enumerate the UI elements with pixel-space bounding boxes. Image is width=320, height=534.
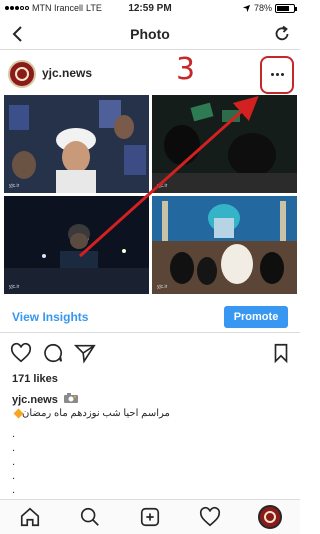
heart-icon[interactable]: [10, 342, 32, 364]
activity-heart-icon[interactable]: [199, 506, 221, 528]
page-title: Photo: [130, 26, 170, 42]
photo-night-prayer: yjc.ir: [152, 95, 297, 193]
avatar[interactable]: [8, 60, 36, 88]
caption-dot: .: [12, 442, 16, 454]
caption-dot: .: [12, 428, 16, 440]
username[interactable]: yjc.news: [42, 66, 92, 80]
add-icon[interactable]: [139, 506, 161, 528]
refresh-icon[interactable]: [272, 24, 292, 44]
view-insights-link[interactable]: View Insights: [12, 310, 88, 324]
insights-bar: View Insights Promote: [0, 303, 300, 333]
post-actions: [0, 340, 300, 366]
status-bar: MTN Irancell LTE 12:59 PM 78%: [0, 0, 300, 16]
battery-percent: 78%: [253, 3, 272, 13]
camera-emoji-icon: [63, 393, 78, 403]
annotation-number: 3: [176, 52, 196, 87]
home-icon[interactable]: [19, 506, 41, 528]
photo-women-at-shrine: yjc.ir: [152, 196, 297, 294]
photo-man-with-hat: yjc.ir: [4, 196, 149, 294]
caption-text: مراسم احیا شب نوزدهم ماه رمضان: [22, 408, 170, 419]
comment-icon[interactable]: [42, 342, 64, 364]
caption-username[interactable]: yjc.news: [12, 394, 58, 406]
more-options-icon[interactable]: [266, 68, 288, 80]
bookmark-icon[interactable]: [270, 342, 292, 364]
post-image[interactable]: yjc.ir yjc.ir yjc.ir yjc.ir: [0, 95, 300, 297]
bottom-tab-bar: [0, 499, 300, 534]
likes-count[interactable]: 171 likes: [12, 373, 58, 385]
caption-dot: .: [12, 484, 16, 496]
promote-button[interactable]: Promote: [224, 306, 288, 328]
watermark: yjc.ir: [9, 183, 20, 189]
location-icon: [242, 4, 251, 12]
profile-avatar-tab[interactable]: [258, 505, 282, 529]
caption-dot: .: [12, 456, 16, 468]
photo-cleric-with-crowd: yjc.ir: [4, 95, 149, 193]
post-header: yjc.news: [0, 55, 300, 93]
send-icon[interactable]: [74, 342, 96, 364]
search-icon[interactable]: [79, 506, 101, 528]
nav-bar: Photo: [0, 18, 300, 50]
battery-icon: [275, 3, 297, 13]
caption-dot: .: [12, 470, 16, 482]
